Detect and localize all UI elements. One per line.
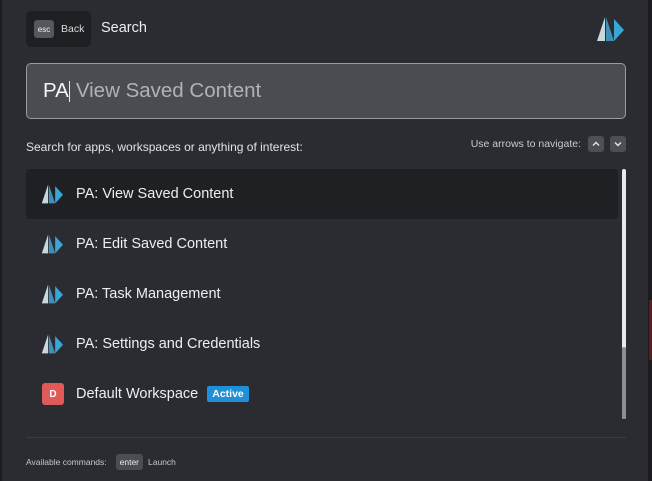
search-suggestion: View Saved Content xyxy=(75,79,262,102)
header: esc Back Search xyxy=(26,11,626,47)
text-caret xyxy=(68,80,70,102)
enter-key-badge[interactable]: enter xyxy=(115,454,144,470)
result-label: Default Workspace xyxy=(76,386,199,402)
workspace-badge: D xyxy=(42,383,64,405)
result-label: PA: Edit Saved Content xyxy=(76,236,228,252)
window-edge-right xyxy=(648,0,652,481)
back-button[interactable]: esc Back xyxy=(26,11,91,47)
result-item-default-workspace[interactable]: D Default Workspace Active xyxy=(26,369,618,419)
app-logo-icon xyxy=(40,182,64,206)
result-item-task-management[interactable]: PA: Task Management xyxy=(26,269,618,319)
hint-row: Search for apps, workspaces or anything … xyxy=(26,136,626,158)
page-title: Search xyxy=(101,20,147,36)
search-input[interactable]: PA View Saved Content xyxy=(26,63,626,119)
footer: Available commands: enter Launch xyxy=(26,453,176,471)
search-hint: Search for apps, workspaces or anything … xyxy=(26,140,303,154)
results-list: PA: View Saved Content PA: Edit Saved Co… xyxy=(26,169,618,419)
app-logo-icon xyxy=(40,332,64,356)
available-commands-label: Available commands: xyxy=(26,457,107,467)
arrow-down-button[interactable] xyxy=(610,136,626,152)
back-label: Back xyxy=(61,23,85,35)
chevron-up-icon xyxy=(592,141,600,146)
app-logo-icon xyxy=(40,232,64,256)
esc-key-badge: esc xyxy=(34,20,54,38)
app-logo-icon xyxy=(40,282,64,306)
search-typed-text: PA xyxy=(43,79,69,102)
result-label: PA: Task Management xyxy=(76,286,221,302)
window-edge-left xyxy=(0,0,2,481)
scrollbar-thumb[interactable] xyxy=(622,169,626,419)
result-item-view-saved-content[interactable]: PA: View Saved Content xyxy=(26,169,618,219)
navigate-label: Use arrows to navigate: xyxy=(470,138,581,150)
result-label: PA: Settings and Credentials xyxy=(76,336,261,352)
active-status-badge: Active xyxy=(207,386,249,402)
launch-action-label: Launch xyxy=(148,457,176,467)
chevron-down-icon xyxy=(614,142,622,147)
arrow-up-button[interactable] xyxy=(588,136,604,152)
result-item-settings-and-credentials[interactable]: PA: Settings and Credentials xyxy=(26,319,618,369)
results-scrollbar[interactable] xyxy=(622,169,626,419)
result-item-edit-saved-content[interactable]: PA: Edit Saved Content xyxy=(26,219,618,269)
result-label: PA: View Saved Content xyxy=(76,186,234,202)
navigation-hint: Use arrows to navigate: xyxy=(471,136,626,152)
footer-divider xyxy=(26,437,626,438)
app-logo-icon xyxy=(597,17,624,41)
